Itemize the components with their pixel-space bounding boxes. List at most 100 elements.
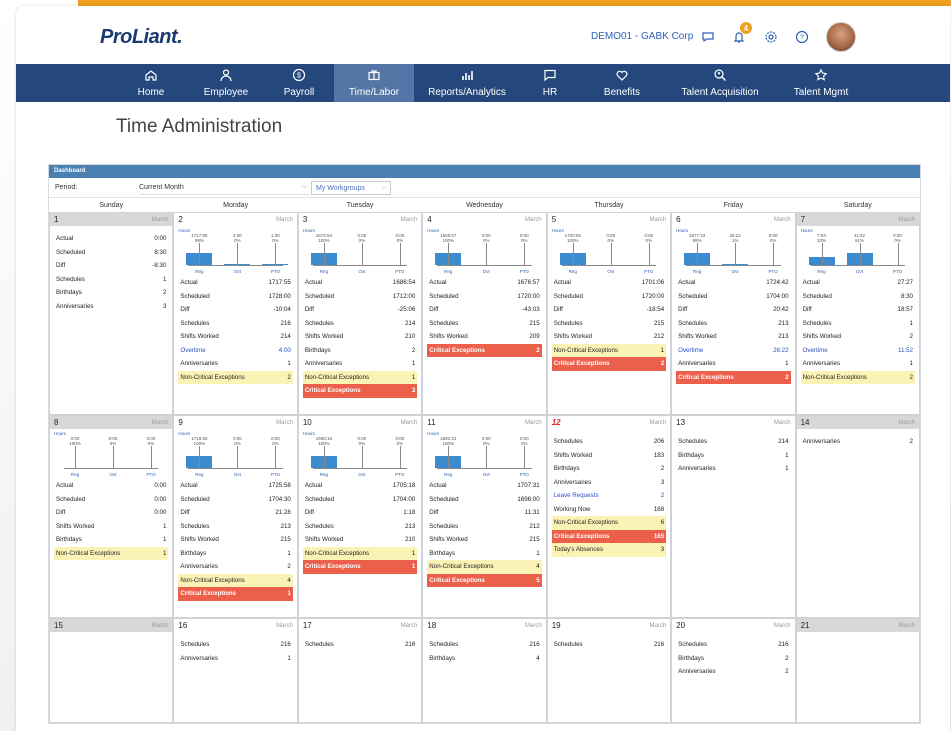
stat-label: Shifts Worked	[180, 333, 219, 341]
stat-label: Scheduled	[429, 292, 459, 300]
non-critical-exceptions-row[interactable]: Non-Critical Exceptions 2	[178, 370, 293, 384]
svg-text:?: ?	[800, 35, 804, 42]
calendar-day-cell[interactable]: 11 March Hours 1692:31 100% Reg 0:00 0% Ovt 0:0…	[422, 415, 547, 618]
calendar-day-cell[interactable]: 7 March Hours 7:54 33% Reg 11:52 91% Ovt 0:00 0…	[795, 212, 920, 415]
stat-label: Scheduled	[180, 292, 210, 300]
critical-exceptions-row[interactable]: Critical Exceptions 2	[427, 343, 542, 357]
stat-value: 2	[536, 346, 540, 354]
calendar-day-cell[interactable]: 16 March Schedules 216 Anniversaries 1	[173, 618, 298, 723]
stat-label: Non-Critical Exceptions	[553, 346, 619, 354]
calendar-day-cell[interactable]: 19 March Schedules 216	[546, 618, 672, 723]
stat-value: 1	[411, 563, 416, 571]
critical-exceptions-row[interactable]: Critical Exceptions 3	[302, 384, 418, 398]
chart-category-reg: Reg	[444, 472, 453, 477]
day-month: March	[276, 622, 293, 629]
calendar-day-cell[interactable]: 17 March Schedules 216	[297, 618, 423, 723]
stat-value: 27:27	[897, 279, 913, 287]
non-critical-exceptions-row[interactable]: Non-Critical Exceptions 4	[178, 573, 293, 587]
stat-value: 1	[785, 451, 789, 459]
non-critical-exceptions-row[interactable]: Non-Critical Exceptions 6	[551, 516, 667, 530]
stat-row: Schedules 214	[303, 317, 417, 331]
calendar-day-cell[interactable]: 2 March Hours 1717:55 99% Reg 4:00 0% Ovt 1:30 …	[173, 212, 298, 415]
calendar-day-cell[interactable]: 5 March Hours 1700:06 100% Reg 0:00 0% Ovt 0:00…	[546, 212, 672, 415]
calendar-day-cell[interactable]: 14 March Anniversaries 2	[795, 415, 920, 618]
non-critical-exceptions-row[interactable]: Non-Critical Exceptions 2	[800, 370, 915, 384]
non-critical-exceptions-row[interactable]: Non-Critical Exceptions 1	[54, 546, 169, 560]
nav-item-time-labor[interactable]: Time/Labor	[334, 64, 414, 102]
chart-value-reg: 0:00 100%	[69, 436, 81, 446]
calendar-day-cell[interactable]: 9 March Hours 1718:58 100% Reg 0:00 0% Ovt 0:00…	[173, 415, 298, 618]
nav-item-reports-analytics[interactable]: Reports/Analytics	[414, 64, 520, 102]
stat-row[interactable]: Overtime 11:52	[801, 344, 915, 358]
calendar-day-cell[interactable]: 18 March Schedules 216 Birthdays 4	[422, 618, 547, 723]
stat-value: 206	[653, 438, 665, 446]
critical-exceptions-row[interactable]: Critical Exceptions 1	[178, 587, 293, 601]
chart-value-pto: 0:00 0%	[519, 436, 529, 446]
calendar-day-cell[interactable]: 12 March Schedules 206 Shifts Worked 183 Birth…	[546, 415, 672, 618]
nav-item-hr[interactable]: HR	[520, 64, 580, 102]
calendar-day-cell[interactable]: 8 March Hours 0:00 100% Reg 0:00 0% Ovt 0:00 0%…	[49, 415, 174, 618]
period-select[interactable]: Current Month ⌵	[139, 181, 309, 195]
chat-icon[interactable]	[698, 27, 718, 47]
calendar-day-cell[interactable]: 10 March Hours 1698:18 100% Reg 0:00 0% Ovt 0:0…	[297, 415, 423, 618]
company-selector[interactable]: DEMO01 - GABK Corp	[591, 31, 693, 42]
nav-item-home[interactable]: Home	[114, 64, 188, 102]
stat-label: Schedules	[180, 319, 210, 327]
stat-row: Anniversaries 2	[801, 435, 915, 449]
help-icon[interactable]: ?	[792, 27, 812, 47]
critical-exceptions-row[interactable]: Critical Exceptions 1	[302, 560, 418, 574]
chart-stem-reg	[323, 446, 325, 468]
non-critical-exceptions-row[interactable]: Non-Critical Exceptions 1	[551, 343, 667, 357]
critical-exceptions-row[interactable]: Critical Exceptions 2	[551, 357, 667, 371]
page-title: Time Administration	[116, 116, 283, 137]
stat-value: 3	[660, 478, 665, 486]
stat-row[interactable]: Overtime 26:22	[676, 344, 790, 358]
non-critical-exceptions-row[interactable]: Non-Critical Exceptions 4	[427, 560, 542, 574]
stat-row[interactable]: Overtime 4:00	[178, 344, 292, 358]
stat-row: Shifts Worked 215	[427, 533, 541, 547]
calendar-day-cell[interactable]: 13 March Schedules 214 Birthdays 1 Anniversari…	[671, 415, 796, 618]
calendar-day-cell[interactable]: 20 March Schedules 216 Birthdays 2 Anniversari…	[671, 618, 796, 723]
chevron-down-icon: ⌵	[380, 184, 386, 191]
stat-value: 215	[529, 319, 540, 327]
non-critical-exceptions-row[interactable]: Non-Critical Exceptions 1	[302, 546, 418, 560]
critical-exceptions-row[interactable]: Critical Exceptions 2	[676, 370, 791, 384]
stat-label: Schedules	[678, 641, 708, 649]
non-critical-exceptions-row[interactable]: Today's Absences 3	[551, 543, 667, 557]
stat-label: Actual	[429, 279, 447, 287]
stat-label: Schedules	[429, 641, 459, 649]
nav-item-payroll[interactable]: $ Payroll	[264, 64, 334, 102]
calendar-day-cell[interactable]: 15 March	[49, 618, 174, 723]
chart-axis	[312, 468, 408, 469]
chart-value-ovt: 0:00 0%	[357, 436, 367, 446]
nav-item-talent-acquisition[interactable]: Talent Acquisition	[664, 64, 776, 102]
nav-item-talent-mgmt[interactable]: Talent Mgmt	[776, 64, 866, 102]
nav-item-employee[interactable]: Employee	[188, 64, 264, 102]
calendar-day-cell[interactable]: 3 March Hours 1673:54 100% Reg 0:00 0% Ovt 0:00…	[297, 212, 423, 415]
critical-exceptions-row[interactable]: Critical Exceptions 5	[427, 573, 542, 587]
calendar-day-cell[interactable]: 1 March Actual 0:00 Scheduled 8:30 Diff -8:30 Sc…	[49, 212, 174, 415]
day-month: March	[898, 216, 915, 223]
calendar-day-cell[interactable]: 4 March Hours 1669:57 100% Reg 0:00 0% Ovt 0:00…	[422, 212, 547, 415]
day-month: March	[773, 622, 791, 629]
critical-exceptions-row[interactable]: Critical Exceptions 165	[551, 529, 667, 543]
chart-stem-pto	[524, 243, 526, 265]
stat-row[interactable]: Leave Requests 2	[552, 489, 666, 503]
non-critical-exceptions-row[interactable]: Non-Critical Exceptions 1	[302, 370, 418, 384]
stat-label: Actual	[429, 482, 447, 490]
person-icon	[219, 68, 233, 85]
day-stats: Schedules 214 Birthdays 1 Anniversaries 1	[672, 429, 794, 476]
gear-icon[interactable]	[761, 27, 781, 47]
stat-value: 216	[778, 641, 789, 649]
svg-text:$: $	[297, 73, 301, 80]
stat-label: Shifts Worked	[553, 451, 593, 459]
chart-value-pto: 0:00 0%	[768, 233, 778, 243]
weekday-label: Wednesday	[466, 201, 503, 209]
workgroups-select[interactable]: My Workgroups ⌵	[311, 181, 391, 195]
hours-mini-chart: Hours 0:00 100% Reg 0:00 0% Ovt 0:00 0% PTO	[54, 431, 168, 479]
calendar-day-cell[interactable]: 6 March Hours 1677:33 98% Reg 26:22 1% Ovt 0:00…	[671, 212, 796, 415]
user-avatar[interactable]	[826, 22, 856, 52]
nav-item-benefits[interactable]: Benefits	[580, 64, 664, 102]
calendar-day-cell[interactable]: 21 March	[795, 618, 920, 723]
proliant-logo[interactable]: ProLiant.	[100, 26, 183, 49]
